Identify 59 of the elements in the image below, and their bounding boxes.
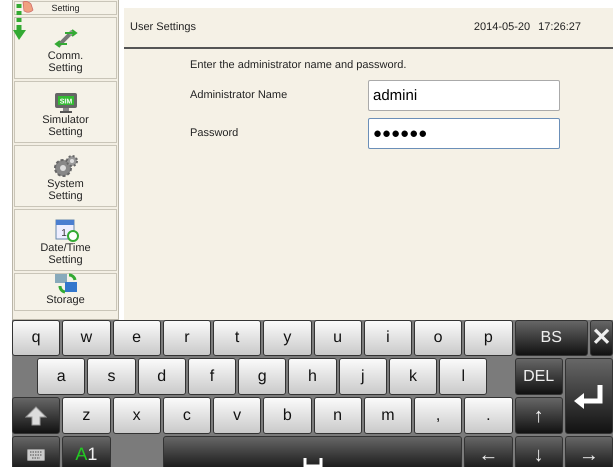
sidebar-item[interactable]: Setting	[14, 1, 117, 15]
key[interactable]: g	[238, 358, 286, 395]
key[interactable]: a	[37, 358, 86, 395]
time-text: 17:26:27	[538, 20, 581, 35]
key[interactable]: w	[62, 320, 110, 356]
shift-key[interactable]	[12, 397, 60, 434]
field-label: Administrator Name	[190, 88, 288, 104]
key[interactable]: q	[12, 320, 60, 356]
key[interactable]: j	[338, 358, 387, 395]
key[interactable]: b	[263, 397, 312, 434]
key[interactable]: →	[564, 436, 613, 467]
key[interactable]: t	[213, 320, 262, 356]
enter-key[interactable]	[564, 358, 613, 434]
key[interactable]: ←	[464, 436, 512, 467]
key[interactable]: c	[162, 397, 211, 434]
sidebar-item[interactable]: 1 Date/Time Setting	[14, 209, 117, 271]
space-icon	[302, 458, 322, 467]
key[interactable]: u	[314, 320, 362, 356]
key[interactable]: z	[62, 397, 110, 434]
key[interactable]: ,	[414, 397, 462, 434]
key[interactable]: p	[464, 320, 512, 356]
key[interactable]: ✕	[590, 320, 613, 356]
key[interactable]: .	[464, 397, 512, 434]
key[interactable]: o	[414, 320, 462, 356]
key[interactable]: s	[87, 358, 136, 395]
input-field[interactable]: ●●●●●●	[368, 118, 560, 149]
sidebar-item[interactable]: Comm. Setting	[14, 17, 117, 79]
key[interactable]: x	[112, 397, 161, 434]
sidebar-item[interactable]: Storage	[14, 273, 117, 311]
key[interactable]: ↑	[514, 397, 563, 434]
shift-icon	[25, 406, 48, 426]
page-title: User Settings	[130, 20, 196, 35]
key[interactable]: r	[162, 320, 211, 356]
key[interactable]: h	[288, 358, 337, 395]
key[interactable]: i	[364, 320, 412, 356]
date-text: 2014-05-20	[474, 20, 530, 35]
instruction-text: Enter the administrator name and password.	[190, 58, 408, 72]
wrench-arrows-icon	[52, 28, 78, 50]
field-label: Password	[190, 126, 240, 142]
key[interactable]: f	[188, 358, 236, 395]
key[interactable]: ↓	[514, 436, 563, 467]
key[interactable]: e	[112, 320, 161, 356]
key[interactable]: A1	[62, 436, 110, 467]
space-key[interactable]	[162, 436, 462, 467]
key[interactable]: d	[138, 358, 186, 395]
key[interactable]: BS	[514, 320, 588, 356]
key[interactable]: m	[364, 397, 412, 434]
key[interactable]: n	[314, 397, 362, 434]
sidebar-item[interactable]: System Setting	[14, 145, 117, 207]
storage-sync-icon	[52, 272, 78, 294]
gears-icon	[52, 154, 78, 178]
key[interactable]: v	[213, 397, 262, 434]
keyboard-icon	[27, 448, 46, 460]
key[interactable]: l	[439, 358, 488, 395]
keyboard-key[interactable]	[12, 436, 60, 467]
key[interactable]: y	[263, 320, 312, 356]
input-field[interactable]: admini	[368, 80, 560, 111]
key[interactable]: k	[388, 358, 438, 395]
key[interactable]: DEL	[514, 358, 563, 395]
